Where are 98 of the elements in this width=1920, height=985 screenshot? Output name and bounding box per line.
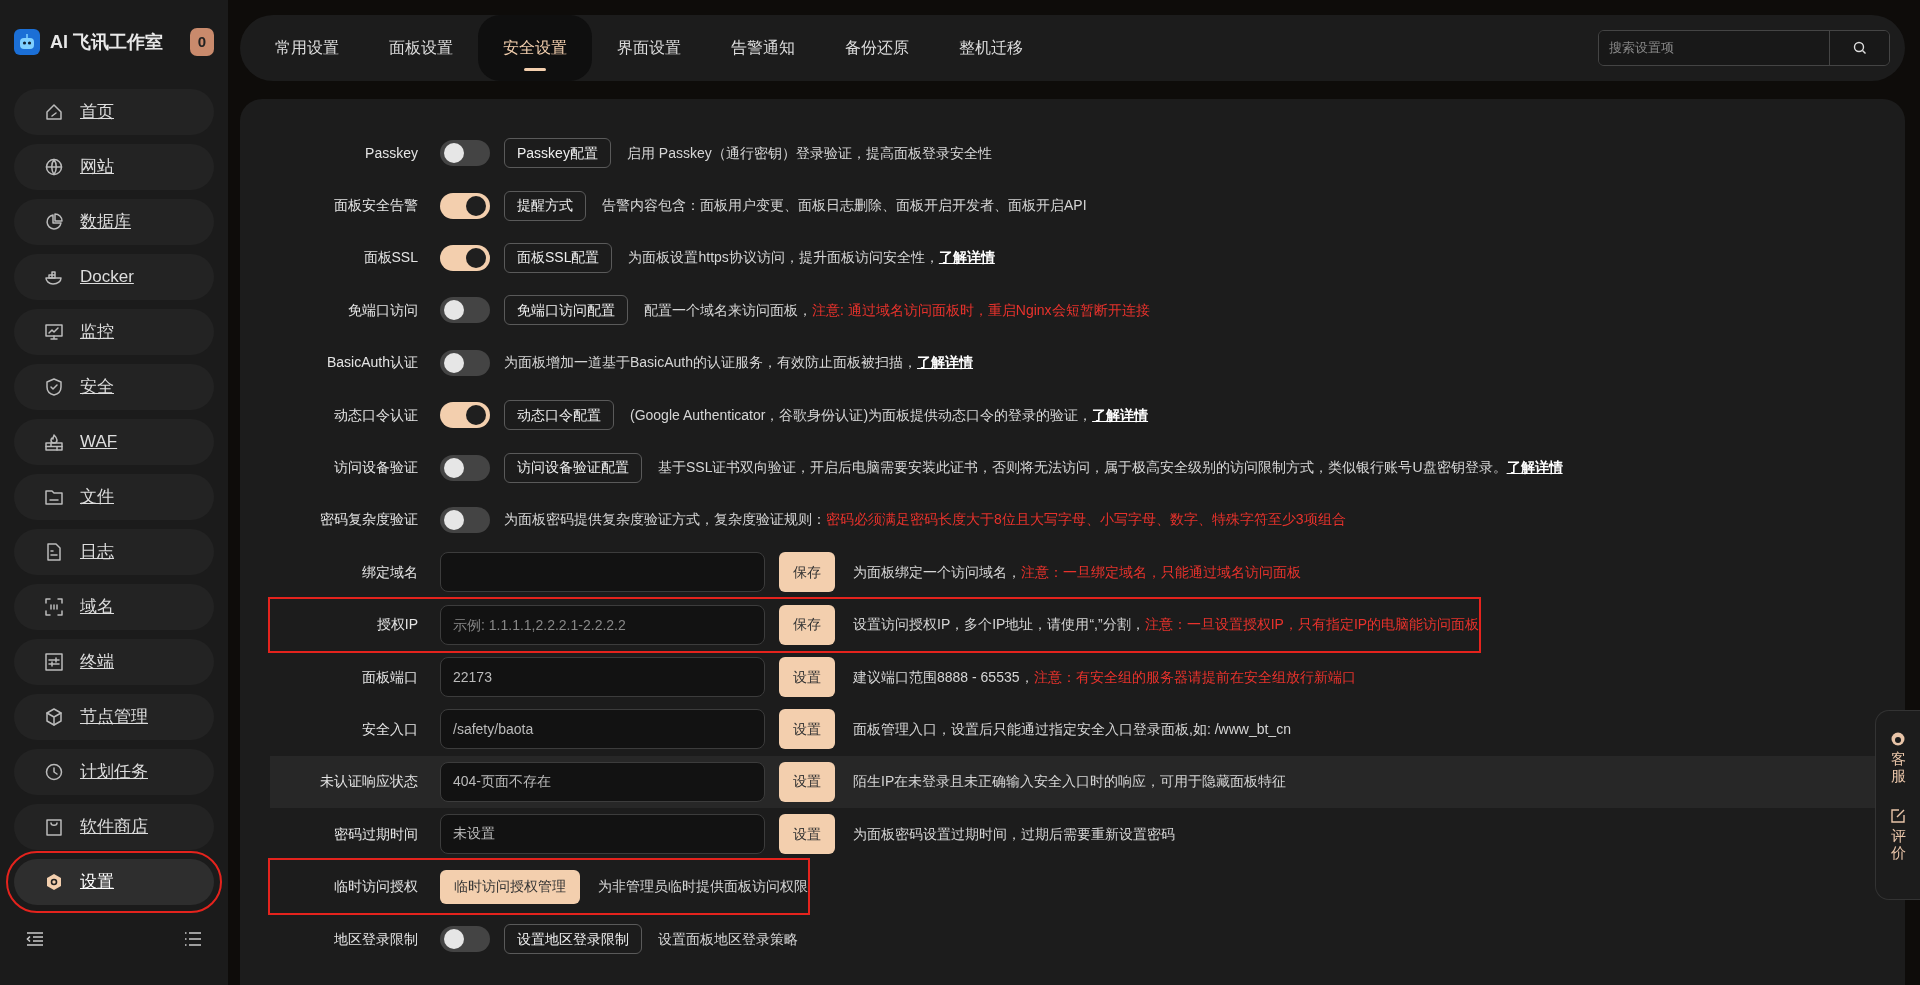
input-field[interactable]: /safety/baota [440, 709, 765, 750]
description-text: 设置访问授权IP，多个IP地址，请使用“,”分割，注意：一旦设置授权IP，只有指定IP的电脑能访问面板 [853, 615, 1480, 635]
save-button[interactable]: 设置 [779, 814, 835, 855]
toggle-switch[interactable] [440, 192, 490, 219]
config-button[interactable]: Passkey配置 [504, 138, 611, 169]
settings-tab[interactable]: 界面设置 [592, 15, 706, 81]
description-text: 面板管理入口，设置后只能通过指定安全入口登录面板,如: /www_bt_cn [853, 720, 1291, 739]
toggle-switch[interactable] [440, 349, 490, 376]
setting-label: 密码复杂度验证 [319, 510, 419, 530]
description-text: 陌生IP在未登录且未正确输入安全入口时的响应，可用于隐藏面板特征 [853, 772, 1287, 792]
toggle-switch[interactable] [440, 402, 490, 429]
toggle-switch[interactable] [440, 506, 490, 533]
document-icon [44, 542, 64, 562]
setting-label: 授权IP [375, 615, 419, 635]
toggle-switch[interactable] [440, 244, 490, 271]
setting-label: 免端口访问 [347, 300, 419, 320]
toggle-switch[interactable] [440, 297, 490, 324]
config-button[interactable]: 动态口令配置 [504, 400, 614, 431]
description-text: 为非管理员临时提供面板访问权限 [598, 877, 808, 897]
setting-label: 面板安全告警 [333, 196, 419, 216]
description-text: 告警内容包含：面板用户变更、面板日志删除、面板开启开发者、面板开启API [602, 196, 1087, 216]
save-button[interactable]: 保存 [779, 552, 835, 593]
description-text: 基于SSL证书双向验证，开启后电脑需要安装此证书，否则将无法访问，属于极高安全级别的访问限制方式，类似银行账号U盘密钥登录。了解详情 [658, 458, 1563, 478]
setting-label: BasicAuth认证 [325, 353, 419, 373]
notification-badge[interactable]: 0 [189, 27, 214, 57]
clock-icon [44, 762, 64, 782]
settings-tab[interactable]: 告警通知 [706, 15, 820, 81]
description-text: 为面板密码提供复杂度验证方式，复杂度验证规则：密码必须满足密码长度大于8位且大写字母、小写字母、数字、特殊字符至少3项组合 [504, 510, 1346, 530]
sidebar-item[interactable]: 域名 [14, 584, 214, 630]
monitor-icon [44, 322, 64, 342]
setting-label: 密码过期时间 [333, 824, 419, 844]
description-text: 为面板绑定一个访问域名，注意：一旦绑定域名，只能通过域名访问面板 [853, 562, 1301, 582]
setting-label: 面板端口 [361, 667, 419, 687]
sidebar-item[interactable]: 网站 [14, 144, 214, 190]
setting-label: 安全入口 [361, 720, 419, 739]
save-button[interactable]: 设置 [779, 709, 835, 750]
learn-more-link[interactable]: 了解详情 [938, 249, 995, 266]
input-field[interactable]: 404-页面不存在 [440, 761, 765, 802]
brand-title: AI 飞讯工作室 [50, 30, 163, 54]
description-text: 启用 Passkey（通行密钥）登录验证，提高面板登录安全性 [626, 143, 992, 163]
description-text: 配置一个域名来访问面板，注意: 通过域名访问面板时，重启Nginx会短暂断开连接 [644, 300, 1150, 320]
setting-label: 地区登录限制 [333, 929, 419, 949]
settings-tab[interactable]: 面板设置 [364, 15, 478, 81]
shopping-bag-icon [44, 817, 64, 837]
scan-icon [44, 597, 64, 617]
settings-tab[interactable]: 安全设置 [478, 15, 592, 81]
collapse-icon[interactable] [26, 931, 44, 947]
setting-label: 未认证响应状态 [319, 772, 419, 792]
robot-logo-icon [14, 29, 40, 55]
setting-label: 访问设备验证 [333, 458, 419, 478]
description-text: 为面板设置https协议访问，提升面板访问安全性，了解详情 [628, 248, 995, 268]
learn-more-link[interactable]: 了解详情 [1506, 459, 1563, 476]
toggle-switch[interactable] [440, 454, 490, 481]
description-text: 建议端口范围8888 - 65535，注意：有安全组的服务器请提前在安全组放行新端口 [853, 667, 1356, 687]
description-text: 为面板增加一道基于BasicAuth的认证服务，有效防止面板被扫描，了解详情 [504, 353, 974, 373]
description-text: (Google Authenticator，谷歌身份认证)为面板提供动态口令的登录的验证，了解详情 [630, 405, 1149, 425]
home-icon [44, 102, 64, 122]
cube-icon [44, 707, 64, 727]
settings-tab[interactable]: 常用设置 [250, 15, 364, 81]
feedback-link[interactable]: 评价 [1890, 828, 1906, 861]
description-text: 设置面板地区登录策略 [658, 929, 798, 949]
input-field[interactable]: 未设置 [440, 814, 765, 855]
toggle-switch[interactable] [440, 140, 490, 167]
description-text: 为面板密码设置过期时间，过期后需要重新设置密码 [853, 824, 1175, 844]
save-button[interactable]: 设置 [779, 761, 835, 802]
manage-button[interactable]: 临时访问授权管理 [440, 869, 580, 904]
learn-more-link[interactable]: 了解详情 [917, 354, 974, 371]
setting-label: 绑定域名 [361, 562, 419, 582]
config-button[interactable]: 提醒方式 [504, 190, 586, 221]
learn-more-link[interactable]: 了解详情 [1092, 406, 1149, 423]
sliders-icon [44, 652, 64, 672]
sidebar-item[interactable]: WAF [14, 419, 214, 465]
input-field[interactable]: 示例: 1.1.1.1,2.2.2.1-2.2.2.2 [440, 604, 765, 645]
config-button[interactable]: 访问设备验证配置 [504, 452, 642, 483]
shield-icon [44, 377, 64, 397]
settings-tab[interactable]: 备份还原 [820, 15, 934, 81]
support-link[interactable]: 客服 [1890, 751, 1906, 784]
input-field[interactable] [440, 552, 765, 593]
edit-icon [1890, 808, 1906, 824]
config-button[interactable]: 免端口访问配置 [504, 295, 628, 326]
setting-label: 面板SSL [362, 248, 419, 268]
pie-chart-icon [44, 212, 64, 232]
save-button[interactable]: 设置 [779, 657, 835, 698]
globe-icon [44, 157, 64, 177]
input-field[interactable]: 22173 [440, 657, 765, 698]
setting-label: 临时访问授权 [333, 877, 419, 897]
menu-icon[interactable] [184, 931, 202, 947]
config-button[interactable]: 设置地区登录限制 [504, 924, 642, 955]
setting-label: 动态口令认证 [333, 405, 419, 425]
toggle-switch[interactable] [440, 926, 490, 953]
folder-icon [44, 487, 64, 507]
config-button[interactable]: 面板SSL配置 [504, 242, 613, 273]
firewall-icon [44, 432, 64, 452]
settings-tab[interactable]: 整机迁移 [934, 15, 1048, 81]
save-button[interactable]: 保存 [779, 604, 835, 645]
settings-icon [44, 872, 64, 892]
sidebar-item[interactable]: Docker [14, 254, 214, 300]
setting-label: Passkey [364, 143, 419, 163]
